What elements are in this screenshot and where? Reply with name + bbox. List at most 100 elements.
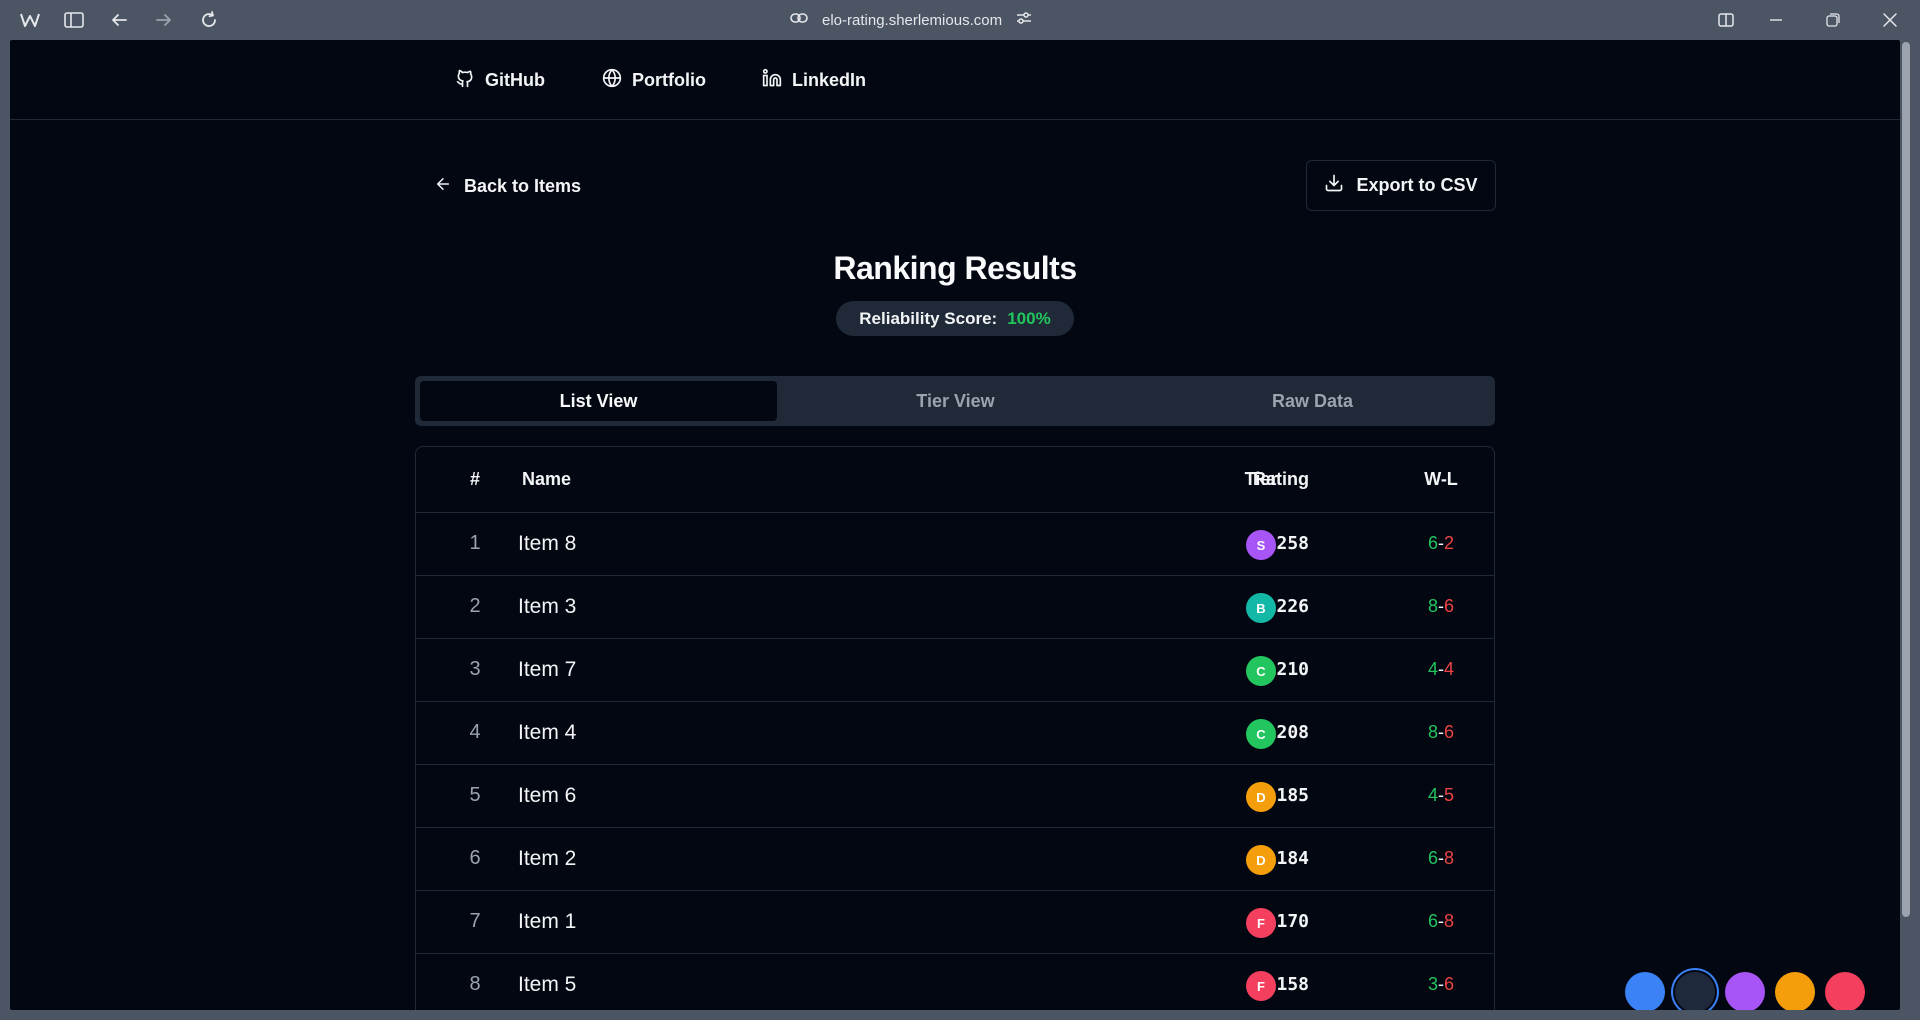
rating-cell: 1210 — [1265, 659, 1309, 680]
item-name-cell: Item 3 — [518, 595, 577, 618]
rating-cell: 1226 — [1265, 596, 1309, 617]
column-header-name: Name — [522, 469, 572, 489]
view-tabs: List View Tier View Raw Data — [415, 376, 1495, 426]
split-view-icon[interactable] — [1714, 8, 1738, 32]
tab-tier-view[interactable]: Tier View — [777, 381, 1134, 421]
tab-list-view[interactable]: List View — [420, 381, 777, 421]
site-settings-icon[interactable] — [1016, 11, 1032, 30]
url-text[interactable]: elo-rating.sherlemious.com — [822, 12, 1002, 29]
page-viewport: GitHub Portfolio LinkedIn Back to Items … — [10, 40, 1900, 1010]
win-loss-cell: 6-8 — [1366, 911, 1516, 932]
nav-link-label: Portfolio — [632, 70, 706, 90]
reload-icon[interactable] — [197, 8, 221, 32]
table-row: 4 Item 4 1208 C 8-6 — [416, 701, 1494, 764]
address-bar[interactable]: elo-rating.sherlemious.com — [790, 6, 1032, 34]
losses-count: 2 — [1444, 533, 1455, 553]
tier-badge: C — [1246, 656, 1276, 686]
close-icon[interactable] — [1878, 8, 1902, 32]
theme-swatch-blue[interactable] — [1625, 972, 1665, 1010]
globe-icon — [602, 68, 622, 93]
rank-cell: 8 — [469, 973, 481, 995]
wins-count: 6 — [1427, 848, 1438, 868]
win-loss-cell: 8-6 — [1366, 596, 1516, 617]
rank-cell: 1 — [469, 532, 481, 554]
win-loss-cell: 8-6 — [1366, 722, 1516, 743]
table-row: 1 Item 8 1258 S 6-2 — [416, 512, 1494, 575]
export-label: Export to CSV — [1356, 175, 1478, 195]
link-icon — [790, 11, 808, 29]
sidebar-toggle-icon[interactable] — [62, 8, 86, 32]
minimize-icon[interactable] — [1764, 8, 1788, 32]
table-row: 6 Item 2 1184 D 6-8 — [416, 827, 1494, 890]
wins-count: 6 — [1427, 911, 1438, 931]
rank-cell: 2 — [469, 595, 481, 617]
page-title: Ranking Results — [833, 250, 1077, 286]
theme-swatch-rose[interactable] — [1825, 972, 1865, 1010]
tier-badge: D — [1246, 845, 1276, 875]
tier-badge: C — [1246, 719, 1276, 749]
back-label: Back to Items — [464, 176, 582, 196]
win-loss-cell: 6-2 — [1366, 533, 1516, 554]
theme-swatch-dark[interactable] — [1675, 972, 1715, 1010]
wins-count: 8 — [1427, 722, 1438, 742]
table-row: 7 Item 1 1170 F 6-8 — [416, 890, 1494, 953]
wins-count: 3 — [1427, 974, 1438, 994]
rating-cell: 1184 — [1265, 848, 1309, 869]
item-name-cell: Item 2 — [518, 847, 577, 870]
forward-arrow-icon[interactable] — [152, 8, 176, 32]
rank-cell: 5 — [469, 784, 481, 806]
export-csv-button[interactable]: Export to CSV — [1306, 160, 1496, 211]
ranking-table: # Name Rating Tier W-L 1 Item 8 1258 S 6-2 2 I… — [415, 446, 1495, 1010]
reliability-label: Reliability Score: — [859, 308, 998, 328]
browser-toolbar: elo-rating.sherlemious.com — [0, 0, 1920, 40]
top-navigation: GitHub Portfolio LinkedIn — [10, 40, 1900, 120]
tier-badge: B — [1246, 593, 1276, 623]
losses-count: 8 — [1444, 911, 1455, 931]
wins-count: 6 — [1427, 533, 1438, 553]
nav-link-github[interactable]: GitHub — [455, 68, 545, 93]
rating-cell: 1258 — [1265, 533, 1309, 554]
item-name-cell: Item 7 — [518, 658, 577, 681]
win-loss-cell: 4-4 — [1366, 659, 1516, 680]
table-row: 5 Item 6 1185 D 4-5 — [416, 764, 1494, 827]
win-loss-cell: 4-5 — [1366, 785, 1516, 806]
reliability-value: 100% — [1007, 308, 1051, 328]
win-loss-cell: 3-6 — [1366, 974, 1516, 995]
wins-count: 8 — [1427, 596, 1438, 616]
theme-swatches — [1625, 972, 1865, 1010]
rating-cell: 1170 — [1265, 911, 1309, 932]
restore-icon[interactable] — [1821, 8, 1845, 32]
scrollbar-thumb[interactable] — [1902, 42, 1910, 917]
theme-swatch-purple[interactable] — [1725, 972, 1765, 1010]
nav-link-label: GitHub — [485, 70, 545, 90]
nav-link-portfolio[interactable]: Portfolio — [602, 68, 706, 93]
scrollbar[interactable] — [1900, 40, 1910, 1010]
losses-count: 6 — [1444, 722, 1455, 742]
tier-badge: D — [1246, 782, 1276, 812]
rating-cell: 1158 — [1265, 974, 1309, 995]
browser-logo-icon[interactable] — [18, 8, 42, 32]
nav-link-linkedin[interactable]: LinkedIn — [762, 68, 866, 93]
column-header-wl: W-L — [1424, 469, 1458, 489]
column-header-tier: Tier — [1244, 469, 1278, 489]
rank-cell: 7 — [469, 910, 481, 932]
losses-count: 4 — [1444, 659, 1455, 679]
table-row: 8 Item 5 1158 F 3-6 — [416, 953, 1494, 1010]
losses-count: 5 — [1444, 785, 1455, 805]
item-name-cell: Item 4 — [518, 721, 577, 744]
rating-cell: 1208 — [1265, 722, 1309, 743]
table-row: 2 Item 3 1226 B 8-6 — [416, 575, 1494, 638]
back-to-items-link[interactable]: Back to Items — [434, 175, 581, 198]
theme-swatch-amber[interactable] — [1775, 972, 1815, 1010]
wins-count: 4 — [1427, 785, 1438, 805]
wins-count: 4 — [1427, 659, 1438, 679]
reliability-badge: Reliability Score: 100% — [836, 301, 1074, 336]
losses-count: 8 — [1444, 848, 1455, 868]
back-arrow-icon[interactable] — [107, 8, 131, 32]
column-header-rank: # — [469, 469, 480, 489]
item-name-cell: Item 8 — [518, 532, 577, 555]
github-icon — [455, 68, 475, 93]
tab-raw-data[interactable]: Raw Data — [1134, 381, 1491, 421]
item-name-cell: Item 6 — [518, 784, 577, 807]
rank-cell: 3 — [469, 658, 481, 680]
